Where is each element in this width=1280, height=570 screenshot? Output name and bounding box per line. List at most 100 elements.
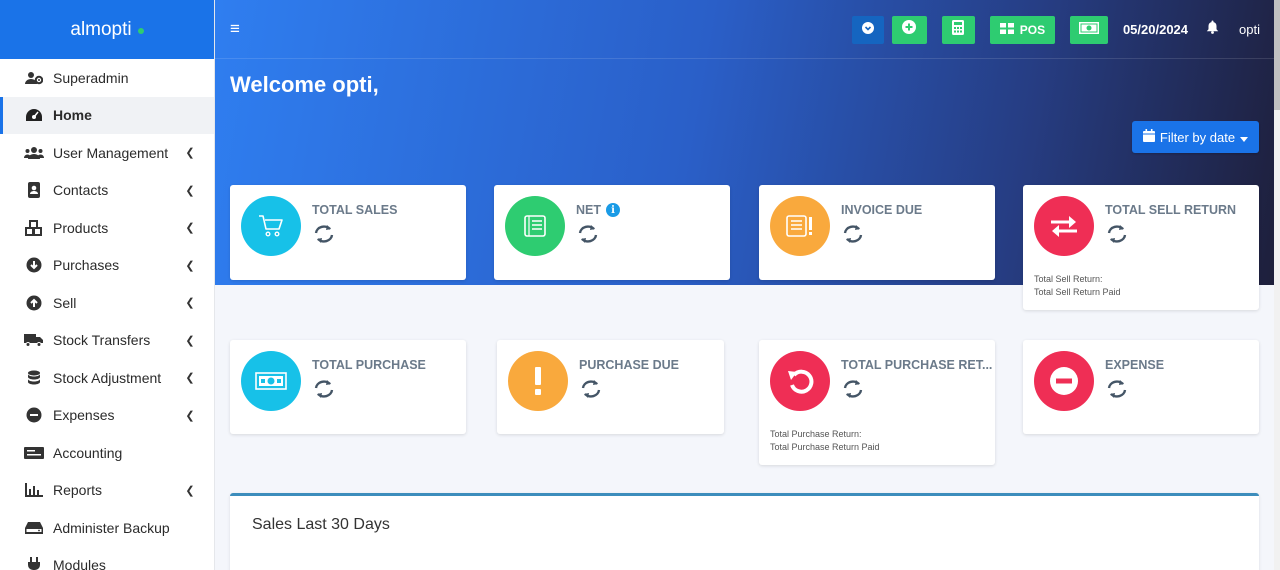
user-menu[interactable]: opti: [1239, 22, 1260, 37]
brand-logo[interactable]: almopti: [0, 0, 214, 59]
card-title-text: INVOICE DUE: [841, 203, 923, 217]
sidebar-item-accounting[interactable]: Accounting: [0, 434, 214, 472]
expense-card: EXPENSE: [1023, 340, 1259, 434]
calculator-icon: [952, 19, 965, 40]
sidebar-item-modules[interactable]: Modules: [0, 547, 214, 570]
quick-add-button[interactable]: [891, 15, 927, 44]
sidebar-item-label: Accounting: [53, 444, 123, 461]
sidebar-item-label: Reports: [53, 482, 103, 499]
card-title-text: NET: [576, 203, 601, 217]
total-sales-card: TOTAL SALES: [230, 185, 466, 280]
current-date: 05/20/2024: [1122, 22, 1189, 37]
sidebar-item-administer-backup[interactable]: Administer Backup: [0, 509, 214, 547]
money-bill-icon: [241, 351, 301, 411]
undo-icon: [770, 351, 830, 411]
calculator-button[interactable]: [941, 15, 975, 44]
refresh-icon: [841, 224, 865, 249]
chevron-circle-down-icon: [861, 21, 874, 39]
minus-circle-icon: [1034, 351, 1094, 411]
cart-icon: [241, 196, 301, 256]
sidebar-item-label: Products: [53, 219, 109, 236]
card-sub-info: Total Purchase Return: Total Purchase Re…: [770, 428, 880, 454]
dropdown-toggle-button[interactable]: [851, 15, 884, 44]
sidebar-item-label: Administer Backup: [53, 519, 170, 536]
tachometer-icon: [24, 107, 44, 123]
sidebar-item-label: Purchases: [53, 257, 120, 274]
card-title: EXPENSE: [1105, 358, 1164, 372]
exclamation-icon: [508, 351, 568, 411]
scrollbar-thumb[interactable]: [1274, 0, 1280, 110]
sidebar-item-home[interactable]: Home: [0, 96, 214, 134]
sidebar-toggle-button[interactable]: ≡: [230, 19, 240, 39]
panel-title: Sales Last 30 Days: [252, 516, 390, 533]
brand-name: almopti: [70, 18, 132, 40]
refresh-icon: [841, 379, 865, 404]
chevron-left-icon: ❮: [185, 484, 195, 497]
card-title: TOTAL SALES: [312, 203, 397, 217]
net-card: NET i: [494, 185, 730, 280]
sidebar-item-expenses[interactable]: Expenses ❮: [0, 397, 214, 435]
users-icon: [24, 145, 44, 161]
card-title: NET i: [576, 203, 620, 217]
card-title-text: TOTAL SELL RETURN: [1105, 203, 1237, 217]
sell-return-paid-label: Total Sell Return Paid: [1034, 287, 1121, 297]
info-icon[interactable]: i: [606, 203, 620, 217]
money-bill-icon: [1078, 21, 1099, 39]
card-title-text: TOTAL PURCHASE RET...: [841, 358, 993, 372]
chevron-left-icon: ❮: [185, 372, 195, 385]
bell-icon: [1206, 20, 1219, 39]
arrow-circle-down-icon: [24, 257, 44, 273]
sidebar-item-label: Sell: [53, 294, 77, 311]
arrow-circle-up-icon: [24, 295, 44, 311]
sidebar-item-contacts[interactable]: Contacts ❮: [0, 172, 214, 210]
sidebar-item-sell[interactable]: Sell ❮: [0, 284, 214, 322]
card-title: TOTAL PURCHASE RET...: [841, 358, 992, 372]
hdd-icon: [24, 520, 44, 536]
caret-down-icon: [1240, 130, 1249, 145]
chevron-left-icon: ❮: [185, 259, 195, 272]
chevron-left-icon: ❮: [185, 147, 195, 160]
invoice-alert-icon: [770, 196, 830, 256]
sidebar-item-purchases[interactable]: Purchases ❮: [0, 247, 214, 285]
invoice-due-card: INVOICE DUE: [759, 185, 995, 280]
refresh-icon: [579, 379, 603, 404]
cash-register-button[interactable]: [1069, 15, 1108, 44]
filter-by-date-button[interactable]: Filter by date: [1132, 121, 1259, 153]
sell-return-total-label: Total Sell Return:: [1034, 274, 1103, 284]
card-title: TOTAL PURCHASE: [312, 358, 426, 372]
total-sell-return-card: TOTAL SELL RETURN Total Sell Return: Tot…: [1023, 185, 1259, 310]
bar-chart-icon: [24, 482, 44, 498]
sidebar-item-reports[interactable]: Reports ❮: [0, 472, 214, 510]
purchase-due-card: PURCHASE DUE: [497, 340, 724, 434]
card-title-text: PURCHASE DUE: [579, 358, 680, 372]
sidebar-item-label: User Management: [53, 144, 169, 161]
sidebar-item-user-management[interactable]: User Management ❮: [0, 134, 214, 172]
refresh-icon: [1105, 379, 1129, 404]
sidebar-item-stock-adjustment[interactable]: Stock Adjustment ❮: [0, 359, 214, 397]
sidebar-item-label: Stock Transfers: [53, 332, 151, 349]
total-purchase-return-card: TOTAL PURCHASE RET... Total Purchase Ret…: [759, 340, 995, 465]
plug-icon: [24, 557, 44, 570]
card-title-text: EXPENSE: [1105, 358, 1165, 372]
sidebar-item-label: Expenses: [53, 407, 115, 424]
sidebar-item-label: Modules: [53, 557, 106, 570]
sidebar-item-label: Superadmin: [53, 69, 129, 86]
pos-button[interactable]: POS: [989, 15, 1055, 44]
sidebar-item-superadmin[interactable]: Superadmin: [0, 59, 214, 97]
sidebar-item-stock-transfers[interactable]: Stock Transfers ❮: [0, 322, 214, 360]
money-check-icon: [24, 445, 44, 461]
minus-circle-icon: [24, 407, 44, 423]
card-title-text: TOTAL PURCHASE: [312, 358, 426, 372]
notifications-button[interactable]: [1206, 20, 1219, 39]
sidebar-nav: Superadmin Home User Management ❮ Contac…: [0, 59, 214, 570]
total-purchase-card: TOTAL PURCHASE: [230, 340, 466, 434]
address-book-icon: [24, 182, 44, 199]
chevron-left-icon: ❮: [185, 409, 195, 422]
sidebar-item-label: Home: [53, 107, 92, 124]
page-scrollbar[interactable]: [1274, 0, 1280, 570]
sales-last-30-days-panel: Sales Last 30 Days: [230, 493, 1259, 570]
calendar-icon: [1142, 129, 1155, 145]
card-title: INVOICE DUE: [841, 203, 922, 217]
sidebar-item-products[interactable]: Products ❮: [0, 209, 214, 247]
refresh-icon: [312, 224, 336, 249]
